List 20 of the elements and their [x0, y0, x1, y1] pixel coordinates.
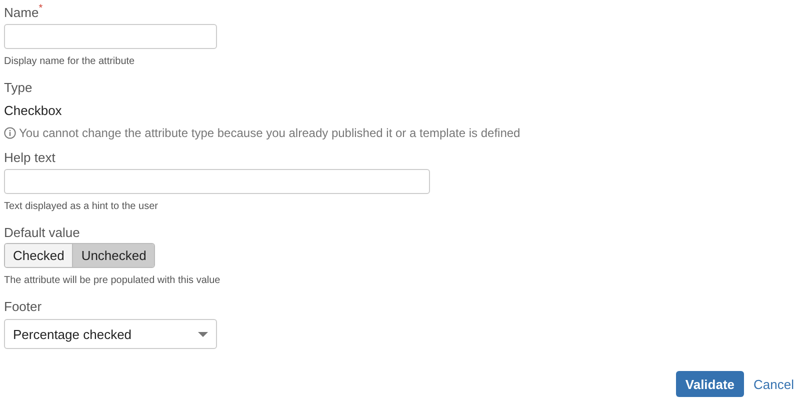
info-icon [4, 127, 16, 139]
field-value: Checkbox [4, 102, 62, 119]
toggle-option[interactable]: Unchecked [72, 244, 154, 267]
field-hint: Display name for the attribute [4, 55, 135, 69]
field-hint: The attribute will be pre populated with this value [4, 274, 220, 288]
info-note: You cannot change the attribute type because you already published it or a template is defined [19, 125, 520, 141]
field-label: Name [4, 4, 39, 21]
field-label: Help text [4, 149, 56, 166]
required-marker: * [38, 4, 43, 14]
toggle-option[interactable]: Checked [5, 244, 72, 267]
field-label: Footer [4, 298, 42, 315]
text-input[interactable] [4, 24, 217, 49]
cancel-link[interactable]: Cancel [754, 376, 794, 392]
field-label: Type [4, 79, 32, 96]
field-hint: Text displayed as a hint to the user [4, 200, 158, 214]
select-dropdown[interactable]: Percentage checked [4, 319, 217, 349]
caret-icon [198, 332, 208, 336]
field-label: Default value [4, 224, 80, 241]
text-input[interactable] [4, 169, 430, 194]
validate-button[interactable]: Validate [676, 371, 744, 397]
